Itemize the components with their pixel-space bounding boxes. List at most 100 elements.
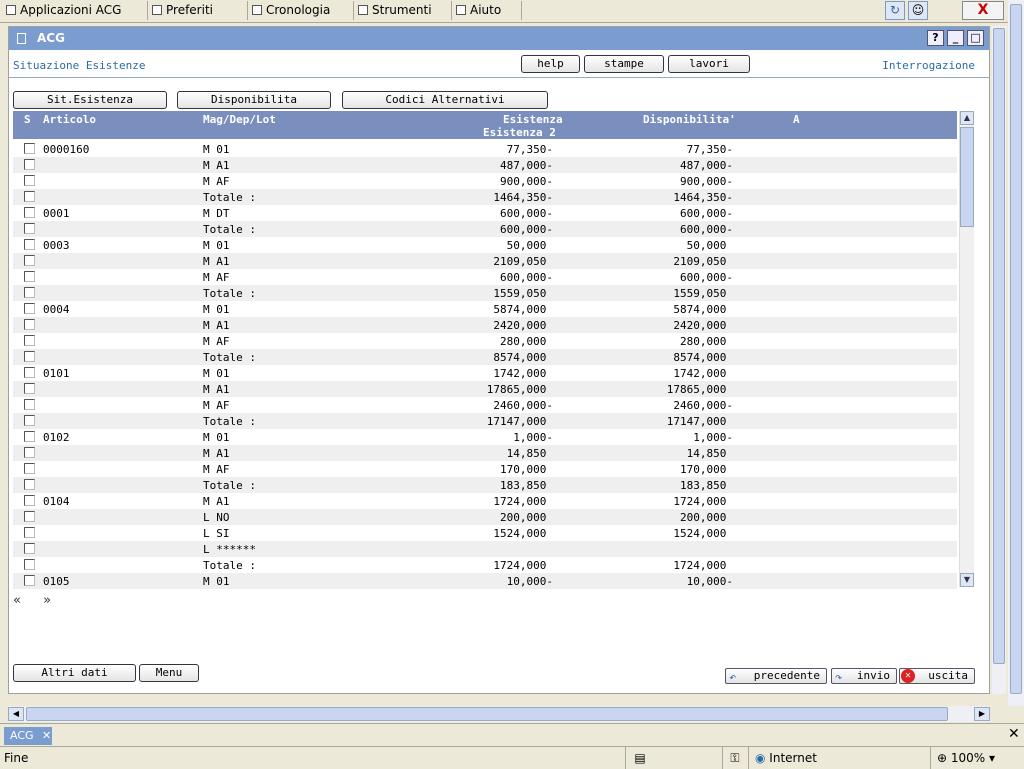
checkbox-icon — [152, 5, 162, 15]
app-frame: ACG ? _ □ Situazione Esistenze help stam… — [8, 26, 990, 694]
frame-scrollbar[interactable] — [992, 26, 1006, 694]
table-row: M AF 600,000- 600,000- — [13, 269, 957, 285]
row-select-checkbox[interactable] — [24, 159, 35, 170]
sit-esistenza-button[interactable]: Sit.Esistenza — [13, 91, 167, 109]
codici-alternativi-button[interactable]: Codici Alternativi — [342, 91, 548, 109]
disponibilita-cell: 1724,000 — [673, 495, 733, 508]
menu-preferiti[interactable]: Preferiti — [148, 1, 248, 20]
row-select-checkbox[interactable] — [24, 415, 35, 426]
minimize-icon[interactable]: _ — [947, 30, 964, 46]
row-select-checkbox[interactable] — [24, 223, 35, 234]
tab-acg[interactable]: ACG ✕ — [4, 727, 52, 745]
row-select-checkbox[interactable] — [24, 191, 35, 202]
row-select-checkbox[interactable] — [24, 303, 35, 314]
table-row: 0004 M 01 5874,000 5874,000 — [13, 301, 957, 317]
mag-cell: Totale : — [203, 415, 256, 428]
esistenza-cell: 8574,000 — [493, 351, 553, 364]
hscroll-thumb[interactable] — [26, 707, 948, 721]
page-scrollbar[interactable] — [1008, 0, 1024, 706]
scroll-down-icon[interactable]: ▼ — [960, 573, 974, 587]
row-select-checkbox[interactable] — [24, 271, 35, 282]
scroll-left-icon[interactable]: ◀ — [8, 707, 24, 721]
row-select-checkbox[interactable] — [24, 495, 35, 506]
row-select-checkbox[interactable] — [24, 511, 35, 522]
row-select-checkbox[interactable] — [24, 479, 35, 490]
menu-strumenti[interactable]: Strumenti — [354, 1, 452, 20]
esistenza-cell: 1524,000 — [493, 527, 553, 540]
invio-button[interactable]: ↷ invio — [831, 668, 897, 684]
page-scroll-thumb[interactable] — [1010, 4, 1022, 694]
mag-cell: Totale : — [203, 191, 256, 204]
close-all-tabs-icon[interactable]: ✕ — [1008, 726, 1020, 742]
lavori-button[interactable]: lavori — [668, 55, 750, 73]
mag-cell: Totale : — [203, 351, 256, 364]
mag-cell: M A1 — [203, 383, 230, 396]
row-select-checkbox[interactable] — [24, 543, 35, 554]
row-select-checkbox[interactable] — [24, 351, 35, 362]
table-row: M A1 17865,000 17865,000 — [13, 381, 957, 397]
help-icon[interactable]: ? — [927, 30, 944, 46]
row-select-checkbox[interactable] — [24, 527, 35, 538]
scroll-right-icon[interactable]: ▶ — [974, 707, 990, 721]
row-select-checkbox[interactable] — [24, 143, 35, 154]
user-icon[interactable]: ☺ — [908, 1, 928, 20]
esistenza-cell: 1559,050 — [493, 287, 553, 300]
scroll-up-icon[interactable]: ▲ — [960, 111, 974, 125]
disponibilita-button[interactable]: Disponibilita — [177, 91, 331, 109]
row-select-checkbox[interactable] — [24, 575, 35, 586]
row-select-checkbox[interactable] — [24, 335, 35, 346]
table-row: M AF 2460,000- 2460,000- — [13, 397, 957, 413]
browser-menubar: Applicazioni ACG Preferiti Cronologia St… — [0, 0, 1024, 23]
row-select-checkbox[interactable] — [24, 207, 35, 218]
row-select-checkbox[interactable] — [24, 367, 35, 378]
row-select-checkbox[interactable] — [24, 559, 35, 570]
disponibilita-cell: 183,850 — [680, 479, 733, 492]
row-select-checkbox[interactable] — [24, 383, 35, 394]
row-select-checkbox[interactable] — [24, 399, 35, 410]
mag-cell: M 01 — [203, 303, 230, 316]
table-row: 0101 M 01 1742,000 1742,000 — [13, 365, 957, 381]
col-disponibilita: Disponibilita' — [643, 113, 736, 126]
menu-cronologia[interactable]: Cronologia — [248, 1, 354, 20]
tab-close-icon[interactable]: ✕ — [42, 727, 51, 745]
col-esistenza2: Esistenza 2 — [483, 126, 556, 139]
prev-page-icon[interactable]: « — [13, 593, 21, 608]
precedente-label: precedente — [753, 669, 820, 682]
uscita-button[interactable]: ✕ uscita — [899, 668, 975, 684]
zone-label: Internet — [769, 751, 817, 765]
row-select-checkbox[interactable] — [24, 463, 35, 474]
close-browser-button[interactable]: X — [962, 1, 1004, 20]
disponibilita-cell: 77,350- — [686, 143, 733, 156]
zoom-control[interactable]: ⊕ 100% ▾ — [930, 747, 1024, 769]
row-select-checkbox[interactable] — [24, 319, 35, 330]
row-select-checkbox[interactable] — [24, 239, 35, 250]
next-page-icon[interactable]: » — [43, 593, 51, 608]
stampe-button[interactable]: stampe — [584, 55, 664, 73]
table-row: M A1 487,000- 487,000- — [13, 157, 957, 173]
horizontal-scrollbar[interactable]: ◀ ▶ — [8, 706, 990, 722]
scroll-thumb[interactable] — [960, 127, 974, 227]
precedente-button[interactable]: ↶ precedente — [725, 668, 827, 684]
disponibilita-cell: 600,000- — [680, 271, 733, 284]
menu-label: Preferiti — [166, 3, 213, 17]
mag-cell: L SI — [203, 527, 230, 540]
disponibilita-cell: 1,000- — [693, 431, 733, 444]
mag-cell: M A1 — [203, 495, 230, 508]
col-mag: Mag/Dep/Lot — [203, 113, 276, 126]
help-button[interactable]: help — [521, 55, 580, 73]
disponibilita-cell: 1464,350- — [673, 191, 733, 204]
maximize-icon[interactable]: □ — [967, 30, 984, 46]
row-select-checkbox[interactable] — [24, 255, 35, 266]
refresh-icon[interactable]: ↻ — [885, 1, 905, 20]
table-scrollbar[interactable]: ▲ ▼ — [959, 111, 974, 587]
row-select-checkbox[interactable] — [24, 447, 35, 458]
frame-scroll-thumb[interactable] — [993, 28, 1005, 664]
menu-button[interactable]: Menu — [139, 664, 199, 682]
articolo-cell: 0000160 — [43, 143, 90, 156]
row-select-checkbox[interactable] — [24, 175, 35, 186]
menu-aiuto[interactable]: Aiuto — [452, 1, 522, 20]
row-select-checkbox[interactable] — [24, 287, 35, 298]
altri-dati-button[interactable]: Altri dati — [13, 664, 136, 682]
row-select-checkbox[interactable] — [24, 431, 35, 442]
menu-applicazioni[interactable]: Applicazioni ACG — [2, 1, 148, 20]
